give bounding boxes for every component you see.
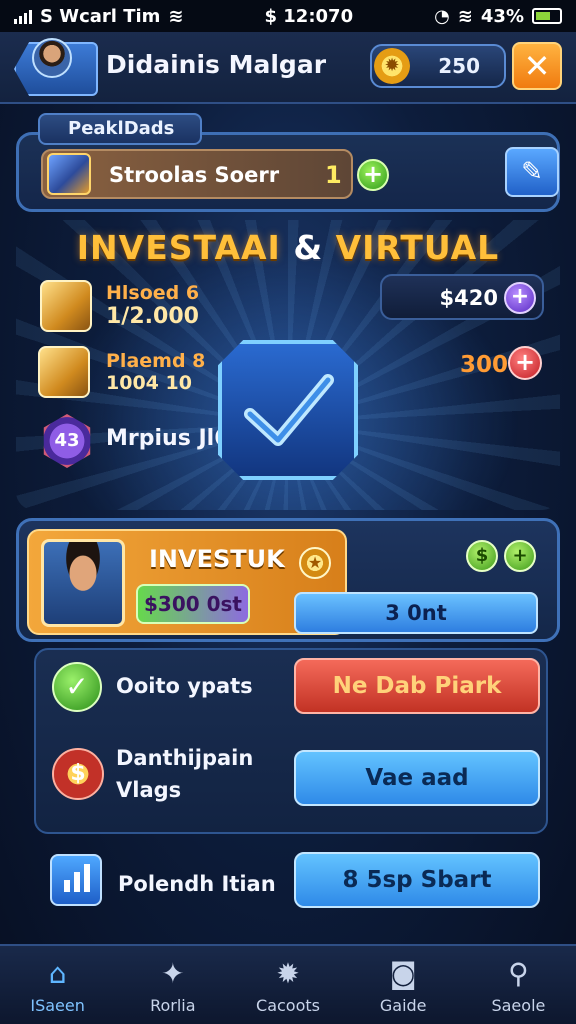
coin-icon: ✹ [374, 48, 410, 84]
action-2-label-line1: Danthijpain [116, 746, 254, 770]
search-icon: ⚲ [508, 957, 529, 990]
value-pill-text: $420 [439, 286, 498, 310]
nav-label-search: Saeole [491, 996, 546, 1015]
check-icon [244, 374, 334, 446]
avatar[interactable] [32, 38, 72, 78]
nav-item-home[interactable]: ⌂ ISaeen [0, 946, 115, 1024]
nav-item-camera[interactable]: ◙ Gaide [346, 946, 461, 1024]
add-product-button[interactable]: + [357, 159, 389, 191]
add-value-button[interactable]: + [504, 282, 536, 314]
profile-name: INVESTUK [149, 545, 285, 573]
dollar-icon[interactable]: $ [466, 540, 498, 572]
investment-item-2-line2: 1004 10 [106, 372, 192, 394]
wifi-icon-right: ≋ [457, 5, 473, 27]
plus-icon[interactable]: + [504, 540, 536, 572]
action-1-label: Ooito ypats [116, 674, 253, 698]
coin-balance[interactable]: ✹ 250 [370, 44, 506, 88]
treasure-icon [38, 346, 90, 398]
check-circle-icon: ✓ [52, 662, 102, 712]
wifi-icon: ≋ [168, 5, 184, 27]
alarm-icon: ◔ [434, 5, 450, 27]
status-right: ◔ ≋ 43% [434, 6, 562, 27]
battery-icon [531, 8, 562, 24]
nav-item-gear[interactable]: ✹ Cacoots [230, 946, 345, 1024]
investment-item-1-line1: Hlsoed 6 [106, 282, 200, 304]
confirm-check-button[interactable] [218, 340, 358, 480]
star-badge-icon: ★ [299, 547, 331, 579]
nav-item-search[interactable]: ⚲ Saeole [461, 946, 576, 1024]
investment-item-2-line1: Plaemd 8 [106, 350, 206, 372]
tools-icon: ✦ [161, 957, 185, 990]
bottom-nav: ⌂ ISaeen ✦ Rorlia ✹ Cacoots ◙ Gaide ⚲ Sa… [0, 944, 576, 1024]
profile-money: $300 0st [136, 584, 250, 624]
product-icon [47, 153, 91, 195]
product-label: Stroolas Soerr [109, 163, 280, 187]
gift-icon [40, 280, 92, 332]
investment-title: INVESTAAI & VIRTUAL [0, 228, 576, 267]
header: Didainis Malgar ✹ 250 ✕ [0, 32, 576, 104]
investment-item-1-line2: 1/2.000 [106, 304, 199, 329]
section-tab[interactable]: PeaklDads [38, 113, 202, 145]
camera-icon: ◙ [389, 957, 417, 990]
value-pill[interactable]: $420 + [380, 274, 544, 320]
product-count: 1 [325, 161, 342, 189]
action-1-button[interactable]: Ne Dab Piark [294, 658, 540, 714]
status-bar: S Wcarl Tim ≋ $ 12:070 ◔ ≋ 43% [0, 0, 576, 32]
action-3-label: Polendh Itian [118, 872, 276, 896]
home-icon: ⌂ [48, 957, 67, 990]
profile-avatar [41, 539, 125, 627]
player-name: Didainis Malgar [106, 50, 327, 79]
profile-value-button[interactable]: 3 0nt [294, 592, 538, 634]
gear-icon: ✹ [276, 957, 300, 990]
signal-icon [14, 8, 32, 24]
battery-percent: 43% [480, 5, 524, 27]
nav-label-tools: Rorlia [150, 996, 196, 1015]
action-2-label-line2: Vlags [116, 778, 182, 802]
status-left: S Wcarl Tim ≋ [14, 6, 184, 27]
carrier-label: S Wcarl Tim [40, 5, 161, 27]
coin-value: 250 [438, 54, 480, 78]
dollar-badge-icon: $ [52, 748, 104, 800]
edit-button[interactable]: ✎ [505, 147, 559, 197]
action-3-button[interactable]: 8 5sp Sbart [294, 852, 540, 908]
status-time: $ 12:070 [264, 5, 354, 27]
close-button[interactable]: ✕ [512, 42, 562, 90]
nav-label-camera: Gaide [379, 996, 427, 1015]
investment-title-amp: & [293, 228, 324, 267]
nav-label-gear: Cacoots [256, 996, 320, 1015]
investment-title-left: INVESTAAI [76, 228, 281, 267]
bar-chart-icon [50, 854, 102, 906]
product-row[interactable]: Stroolas Soerr 1 [41, 149, 353, 199]
value-red-text: 300 [460, 352, 509, 378]
nav-label-home: ISaeen [30, 996, 85, 1015]
investment-title-right: VIRTUAL [335, 228, 500, 267]
action-2-button[interactable]: Vae aad [294, 750, 540, 806]
add-red-button[interactable]: + [508, 346, 542, 380]
nav-item-tools[interactable]: ✦ Rorlia [115, 946, 230, 1024]
